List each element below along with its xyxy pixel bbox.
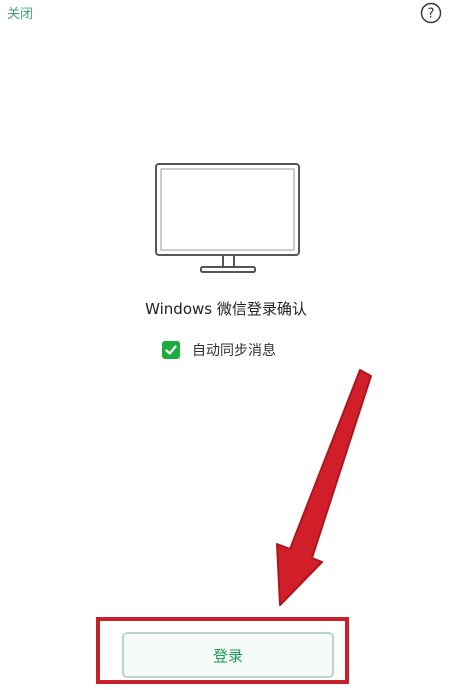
login-confirm-title: Windows 微信登录确认 <box>145 300 307 318</box>
help-glyph: ? <box>428 7 435 22</box>
auto-sync-checkbox[interactable] <box>162 341 180 359</box>
login-button-label: 登录 <box>212 646 243 665</box>
close-link[interactable]: 关闭 <box>7 3 33 22</box>
auto-sync-label: 自动同步消息 <box>192 343 276 359</box>
monitor-icon <box>155 163 300 273</box>
check-icon <box>165 345 177 355</box>
login-button[interactable]: 登录 <box>122 632 334 678</box>
auto-sync-row[interactable]: 自动同步消息 <box>162 340 276 360</box>
help-icon[interactable]: ? <box>420 2 442 24</box>
